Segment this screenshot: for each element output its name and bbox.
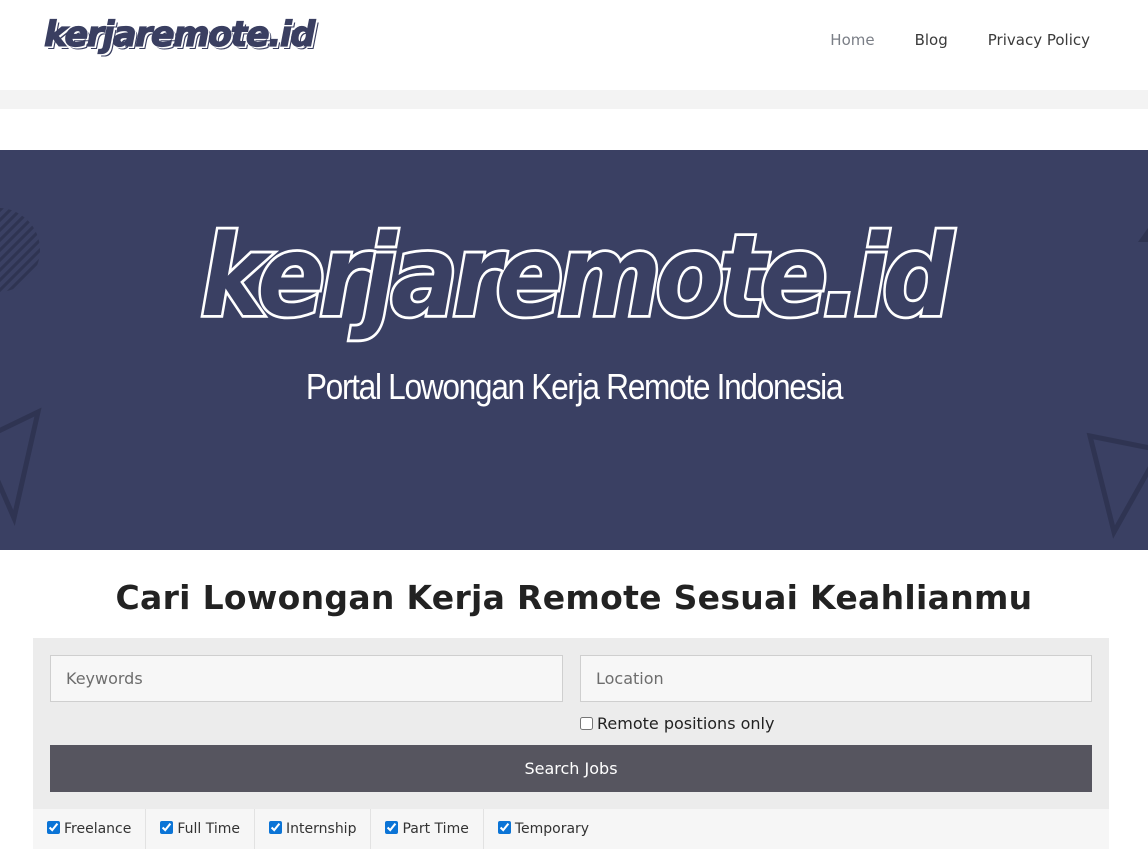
internship-checkbox[interactable] <box>269 820 283 834</box>
temporary-checkbox[interactable] <box>497 820 511 834</box>
nav-privacy-policy-link[interactable]: Privacy Policy <box>988 31 1090 49</box>
nav-home-link[interactable]: Home <box>830 31 874 49</box>
job-type-internship[interactable]: Internship <box>255 809 372 849</box>
job-type-label: Internship <box>286 821 357 837</box>
location-input[interactable] <box>580 655 1092 702</box>
job-type-filters: Freelance Full Time Internship Part Time… <box>33 809 1109 849</box>
remote-only-label: Remote positions only <box>597 714 775 733</box>
remote-only-option[interactable]: Remote positions only <box>580 714 774 733</box>
part-time-checkbox[interactable] <box>385 820 399 834</box>
site-header: kerjaremote.id Home Blog Privacy Policy <box>0 0 1148 90</box>
job-search-form: Remote positions only Search Jobs <box>33 638 1109 809</box>
full-time-checkbox[interactable] <box>160 820 174 834</box>
job-type-full-time[interactable]: Full Time <box>146 809 256 849</box>
hero-banner: kerjaremote.id Portal Lowongan Kerja Rem… <box>0 150 1148 550</box>
banner-logo-title: kerjaremote.id <box>198 210 956 342</box>
keywords-input[interactable] <box>50 655 563 702</box>
freelance-checkbox[interactable] <box>47 820 60 834</box>
job-type-label: Temporary <box>514 821 590 837</box>
job-type-part-time[interactable]: Part Time <box>371 809 484 849</box>
main-nav: Home Blog Privacy Policy <box>830 31 1090 49</box>
search-heading: Cari Lowongan Kerja Remote Sesuai Keahli… <box>115 578 1033 617</box>
search-jobs-button[interactable]: Search Jobs <box>50 745 1092 792</box>
job-type-label: Part Time <box>402 821 469 837</box>
banner-subtitle: Portal Lowongan Kerja Remote Indonesia <box>305 366 844 407</box>
site-logo[interactable]: kerjaremote.id <box>43 17 316 53</box>
job-type-label: Freelance <box>64 821 132 837</box>
nav-blog-link[interactable]: Blog <box>915 31 948 49</box>
job-type-freelance[interactable]: Freelance <box>33 809 147 849</box>
header-divider <box>0 90 1148 109</box>
job-type-label: Full Time <box>177 821 241 837</box>
remote-only-checkbox[interactable] <box>580 717 593 730</box>
job-type-temporary[interactable]: Temporary <box>484 809 603 849</box>
